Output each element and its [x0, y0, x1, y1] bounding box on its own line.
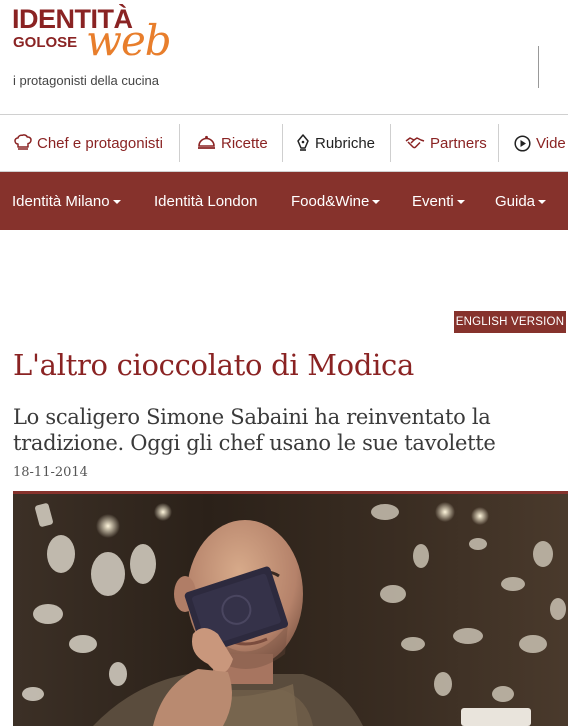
subnav-separator — [282, 124, 283, 162]
subnav-item-partners[interactable]: Partners — [405, 115, 487, 171]
secondary-nav: Chef e protagonisti Ricette Rubriche Par… — [0, 114, 568, 172]
english-version-button[interactable]: ENGLISH VERSION — [454, 311, 566, 333]
subnav-item-ricette[interactable]: Ricette — [197, 115, 268, 171]
mainnav-item-identita-london[interactable]: Identità London — [154, 172, 257, 230]
mainnav-item-food-wine[interactable]: Food&Wine — [291, 172, 381, 230]
subnav-separator — [179, 124, 180, 162]
header-divider — [538, 46, 539, 88]
logo-golose: GOLOSE — [13, 34, 78, 51]
logo-web: web — [86, 16, 172, 65]
article-date: 18-11-2014 — [13, 465, 88, 480]
main-nav: Identità Milano Identità London Food&Win… — [0, 172, 568, 230]
subnav-label-video: Vide — [536, 134, 566, 152]
mainnav-item-eventi[interactable]: Eventi — [412, 172, 465, 230]
article-title: L'altro cioccolato di Modica — [13, 348, 414, 382]
subnav-item-rubriche[interactable]: Rubriche — [296, 115, 375, 171]
cloche-icon — [198, 135, 215, 149]
subnav-label-ricette: Ricette — [221, 134, 268, 152]
caret-down-icon — [112, 200, 121, 204]
mainnav-label: Identità London — [154, 192, 258, 210]
site-logo[interactable]: IDENTITÀ GOLOSE web i protagonisti della… — [12, 4, 202, 92]
handshake-icon — [405, 137, 425, 149]
subnav-separator — [390, 124, 391, 162]
subnav-label-rubriche: Rubriche — [315, 134, 376, 152]
article-photo — [13, 494, 568, 726]
chef-hat-icon — [14, 134, 32, 150]
mainnav-label: Food&Wine — [291, 192, 370, 210]
caret-down-icon — [372, 200, 381, 204]
pen-nib-icon — [297, 134, 309, 151]
subnav-label-partners: Partners — [430, 134, 487, 152]
mainnav-label: Identità Milano — [12, 192, 110, 210]
mainnav-label: Guida — [495, 192, 536, 210]
mainnav-label: Eventi — [412, 192, 454, 210]
subnav-item-video[interactable]: Vide — [514, 115, 566, 171]
caret-down-icon — [538, 200, 547, 204]
caret-down-icon — [456, 200, 465, 204]
subnav-label-chef: Chef e protagonisti — [37, 134, 163, 152]
play-icon — [514, 134, 531, 152]
logo-tagline: i protagonisti della cucina — [13, 73, 159, 88]
mainnav-item-guida[interactable]: Guida — [495, 172, 547, 230]
chef-holding-chocolate-photo — [13, 494, 568, 726]
article-subtitle: Lo scaligero Simone Sabaini ha reinventa… — [13, 405, 496, 455]
subnav-item-chef[interactable]: Chef e protagonisti — [14, 115, 163, 171]
mainnav-item-identita-milano[interactable]: Identità Milano — [12, 172, 121, 230]
subnav-separator — [498, 124, 499, 162]
